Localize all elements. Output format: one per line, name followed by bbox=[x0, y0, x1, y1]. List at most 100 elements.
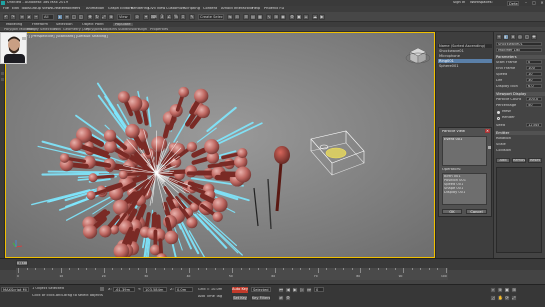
viewport-display-rollout-header[interactable]: Viewport Display bbox=[495, 92, 545, 96]
ribbon-panel-edit[interactable]: Edit bbox=[54, 28, 61, 32]
add-time-tag-button[interactable]: Add Time Tag bbox=[198, 295, 222, 299]
selected-dropdown[interactable]: Selected bbox=[251, 287, 271, 292]
emitter-rollout-header[interactable]: Emitter bbox=[495, 131, 545, 135]
go-to-end-icon[interactable]: ⏭ bbox=[306, 287, 312, 293]
ribbon-panel-align[interactable]: Align bbox=[138, 28, 147, 32]
menu-item-help[interactable]: Help bbox=[252, 7, 260, 11]
maximize-viewport-icon[interactable]: ⤢ bbox=[511, 295, 517, 301]
x-coord-field[interactable]: -61.39m bbox=[113, 287, 135, 292]
select-manipulate-icon[interactable]: ✦ bbox=[143, 14, 149, 20]
ribbon-tab-modeling[interactable]: Modeling bbox=[6, 23, 22, 27]
angle-snap-icon[interactable]: ∠ bbox=[166, 14, 172, 20]
menu-item-content[interactable]: Content bbox=[203, 7, 217, 11]
explorer-row[interactable]: Sphere001 bbox=[438, 64, 492, 68]
a360-gallery-icon[interactable]: ▶ bbox=[319, 14, 325, 20]
menu-item-modifiers[interactable]: Modifiers bbox=[64, 7, 80, 11]
ribbon-panel-properties[interactable]: Properties bbox=[150, 28, 168, 32]
scale-icon[interactable]: ⤢ bbox=[101, 14, 107, 20]
rectangular-selection-icon[interactable]: □ bbox=[71, 14, 77, 20]
orbit-icon[interactable]: ⟳ bbox=[504, 295, 510, 301]
field-of-view-icon[interactable]: ◿ bbox=[490, 295, 496, 301]
render-production-icon[interactable]: ☕ bbox=[303, 14, 309, 20]
display-tab-icon[interactable]: ▢ bbox=[524, 34, 530, 40]
end-frame-field[interactable]: 100 bbox=[526, 66, 542, 70]
operator-item[interactable]: Display 001 bbox=[444, 191, 465, 195]
zoom-all-icon[interactable]: ⊕ bbox=[497, 287, 503, 293]
ribbon-tab-freeform[interactable]: Freeform bbox=[32, 23, 48, 27]
select-object-icon[interactable]: ▸ bbox=[57, 14, 63, 20]
ribbon-panel-loops[interactable]: Loops bbox=[101, 28, 112, 32]
snaps-toggle-icon[interactable]: 3 bbox=[159, 14, 165, 20]
dialog-close-icon[interactable]: ✕ bbox=[485, 129, 490, 133]
toggle-layer-explorer-icon[interactable]: ▤ bbox=[250, 14, 256, 20]
reset-button[interactable]: Reset bbox=[528, 158, 542, 163]
track-bar[interactable]: 0 10 20 30 40 50 60 70 80 90 100 bbox=[16, 268, 448, 280]
pivot-center-icon[interactable]: ⊙ bbox=[134, 14, 140, 20]
menu-item-views[interactable]: Views bbox=[42, 7, 52, 11]
dialog-ok-button[interactable]: OK bbox=[442, 209, 462, 214]
select-by-name-icon[interactable]: ≡ bbox=[64, 14, 70, 20]
selection-filter-dropdown[interactable]: All bbox=[42, 14, 54, 20]
next-frame-icon[interactable]: ▷ bbox=[299, 287, 305, 293]
menu-item-phoenix-fd[interactable]: Phoenix FD bbox=[264, 7, 284, 11]
menu-item-group[interactable]: Group bbox=[30, 7, 41, 11]
modifier-list-dropdown[interactable]: Modifier List bbox=[496, 48, 542, 52]
named-selection-dropdown[interactable]: Create Selection Se bbox=[198, 14, 224, 20]
bind-space-warp-icon[interactable]: ~ bbox=[33, 14, 39, 20]
time-slider[interactable]: 0 / 100 bbox=[16, 260, 28, 266]
auto-key-button[interactable]: Auto Key bbox=[232, 287, 248, 293]
explorer-column-header[interactable]: Name (Sorted Ascending) bbox=[438, 44, 492, 48]
viewport-layout-icon[interactable] bbox=[1, 72, 4, 75]
layout-tab-icon[interactable] bbox=[1, 78, 4, 81]
key-filters-button[interactable]: Key Filters... bbox=[251, 295, 271, 301]
keyboard-shortcut-icon[interactable]: ⌨ bbox=[150, 14, 157, 20]
previous-frame-icon[interactable]: ◀ bbox=[285, 287, 291, 293]
menu-item-scripting[interactable]: Scripting bbox=[184, 7, 200, 11]
menu-item-interactive[interactable]: Interactive bbox=[234, 7, 253, 11]
menu-item-tools[interactable]: Tools bbox=[21, 7, 30, 11]
life-field[interactable]: 30 bbox=[526, 78, 542, 82]
menu-item-customize[interactable]: Customize bbox=[166, 7, 185, 11]
render-setup-icon[interactable]: ⚙ bbox=[289, 14, 295, 20]
parameters-rollout-header[interactable]: Parameters bbox=[495, 55, 545, 59]
explorer-row[interactable]: Shockwave01 bbox=[438, 49, 492, 53]
reference-coordinate-dropdown[interactable]: View bbox=[117, 14, 131, 20]
add-button[interactable]: Add bbox=[496, 158, 510, 163]
ribbon-panel-tris[interactable]: Tris bbox=[111, 28, 117, 32]
explorer-row[interactable]: Microphone bbox=[438, 54, 492, 58]
motion-tab-icon[interactable]: ◎ bbox=[517, 34, 523, 40]
explorer-row-selected[interactable]: Ring001 bbox=[438, 59, 492, 63]
redo-icon[interactable]: ↷ bbox=[10, 14, 16, 20]
rendered-frame-window-icon[interactable]: ▣ bbox=[296, 14, 302, 20]
go-to-start-icon[interactable]: ⏮ bbox=[278, 287, 284, 293]
menu-item-rendering[interactable]: Rendering bbox=[131, 7, 149, 11]
zoom-extents-icon[interactable]: ▣ bbox=[504, 287, 510, 293]
time-config-icon[interactable]: ⚙ bbox=[285, 295, 291, 301]
link-icon[interactable]: ∞ bbox=[19, 14, 25, 20]
seed-field[interactable]: 12345 bbox=[526, 123, 542, 127]
render-radio[interactable] bbox=[497, 117, 500, 120]
edit-named-selection-icon[interactable]: ✎ bbox=[189, 14, 195, 20]
lock-selection-icon[interactable] bbox=[100, 287, 104, 291]
particle-count-field[interactable]: 100.0 bbox=[526, 97, 542, 101]
ribbon-tab-populate[interactable]: Populate bbox=[113, 22, 133, 27]
menu-item-create[interactable]: Create bbox=[52, 7, 64, 11]
align-icon[interactable]: ⊟ bbox=[234, 14, 240, 20]
mirror-icon[interactable]: ⇆ bbox=[227, 14, 233, 20]
unlink-icon[interactable]: ⌀ bbox=[26, 14, 32, 20]
object-name-field[interactable]: Shockwave01 bbox=[496, 42, 542, 46]
zoom-extents-all-icon[interactable]: ⊞ bbox=[511, 287, 517, 293]
create-tab-icon[interactable]: + bbox=[496, 34, 502, 40]
sign-in-link[interactable]: Sign In bbox=[453, 1, 465, 5]
set-key-button[interactable]: Set Key bbox=[232, 295, 248, 301]
ribbon-tab-selection[interactable]: Selection bbox=[56, 23, 73, 27]
rotate-icon[interactable]: ↻ bbox=[94, 14, 100, 20]
y-coord-field[interactable]: 103.584m bbox=[143, 287, 167, 292]
spinner-snap-icon[interactable]: ⇕ bbox=[180, 14, 186, 20]
menu-item-civil-view[interactable]: Civil View bbox=[148, 7, 165, 11]
modify-tab-icon[interactable]: ◐ bbox=[503, 34, 509, 40]
render-in-cloud-icon[interactable]: ☁ bbox=[312, 14, 318, 20]
menu-item-animation[interactable]: Animation bbox=[86, 7, 104, 11]
undo-icon[interactable]: ↶ bbox=[3, 14, 9, 20]
ribbon-panel-polygons[interactable]: Polygons bbox=[86, 28, 102, 32]
